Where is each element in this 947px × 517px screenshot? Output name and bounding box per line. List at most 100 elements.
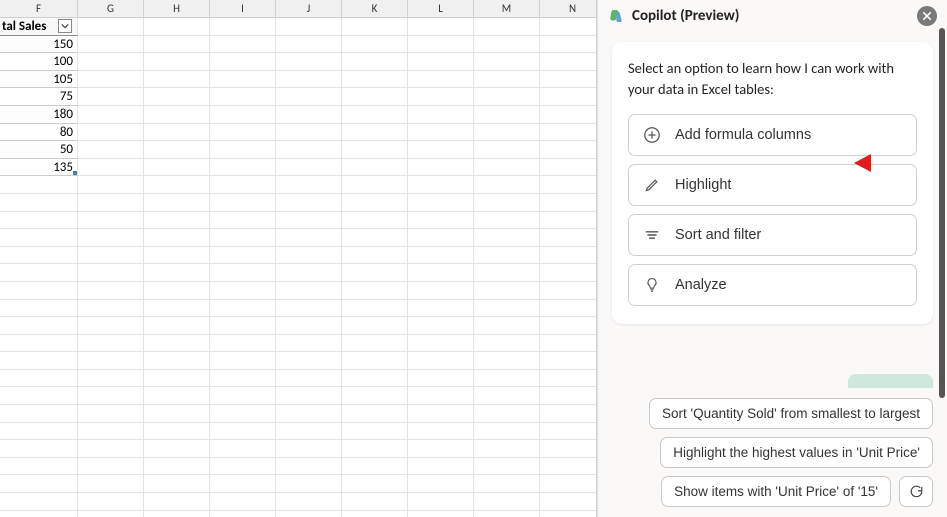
cell[interactable] xyxy=(276,282,342,300)
cell[interactable] xyxy=(474,282,540,300)
cell[interactable] xyxy=(276,352,342,370)
cell[interactable]: 50 xyxy=(0,141,78,159)
cell[interactable] xyxy=(342,71,408,89)
cell[interactable] xyxy=(0,212,78,230)
cell[interactable] xyxy=(474,36,540,54)
cell[interactable] xyxy=(144,88,210,106)
cell[interactable] xyxy=(276,475,342,493)
cell[interactable] xyxy=(474,493,540,511)
cell[interactable] xyxy=(210,511,276,517)
cell[interactable] xyxy=(144,106,210,124)
cell[interactable] xyxy=(540,335,597,353)
cell[interactable] xyxy=(0,493,78,511)
cell[interactable] xyxy=(144,176,210,194)
cell[interactable] xyxy=(144,53,210,71)
cell[interactable]: 105 xyxy=(0,71,78,89)
cell[interactable] xyxy=(144,370,210,388)
cell[interactable]: 180 xyxy=(0,106,78,124)
cell[interactable] xyxy=(210,264,276,282)
cell[interactable] xyxy=(276,106,342,124)
column-header[interactable]: K xyxy=(342,0,408,18)
cell[interactable] xyxy=(474,458,540,476)
cell[interactable] xyxy=(78,352,144,370)
cell[interactable] xyxy=(78,440,144,458)
column-header[interactable]: J xyxy=(276,0,342,18)
cell[interactable] xyxy=(342,423,408,441)
column-header[interactable]: N xyxy=(540,0,597,18)
column-header[interactable]: L xyxy=(408,0,474,18)
cell[interactable] xyxy=(342,106,408,124)
cell[interactable] xyxy=(408,141,474,159)
highlight-button[interactable]: Highlight xyxy=(628,164,917,206)
cell[interactable] xyxy=(342,194,408,212)
close-button[interactable] xyxy=(917,6,937,26)
cell[interactable]: 135 xyxy=(0,159,78,177)
cell[interactable] xyxy=(276,511,342,517)
cell[interactable] xyxy=(78,335,144,353)
cell[interactable] xyxy=(210,176,276,194)
cell[interactable] xyxy=(408,370,474,388)
cell[interactable] xyxy=(408,53,474,71)
cell[interactable] xyxy=(474,194,540,212)
cell[interactable] xyxy=(210,493,276,511)
cell[interactable] xyxy=(210,352,276,370)
cell[interactable] xyxy=(78,176,144,194)
cell[interactable] xyxy=(78,511,144,517)
cell[interactable] xyxy=(408,124,474,142)
cell[interactable] xyxy=(540,36,597,54)
cell[interactable] xyxy=(540,387,597,405)
cell[interactable] xyxy=(144,317,210,335)
cell[interactable] xyxy=(540,405,597,423)
cell[interactable] xyxy=(0,370,78,388)
cell[interactable] xyxy=(276,317,342,335)
cell[interactable] xyxy=(474,370,540,388)
cell[interactable]: 75 xyxy=(0,88,78,106)
add-formula-columns-button[interactable]: Add formula columns xyxy=(628,114,917,156)
cell[interactable] xyxy=(144,300,210,318)
cell[interactable] xyxy=(144,264,210,282)
cell[interactable] xyxy=(474,264,540,282)
cell[interactable] xyxy=(408,511,474,517)
cell[interactable] xyxy=(342,317,408,335)
cell[interactable] xyxy=(276,370,342,388)
cell[interactable] xyxy=(408,387,474,405)
cell[interactable] xyxy=(276,229,342,247)
cell[interactable] xyxy=(144,194,210,212)
cell[interactable] xyxy=(342,264,408,282)
cell[interactable] xyxy=(210,423,276,441)
cell[interactable] xyxy=(144,36,210,54)
cell[interactable] xyxy=(408,106,474,124)
cell[interactable] xyxy=(408,405,474,423)
cell[interactable] xyxy=(408,88,474,106)
cell[interactable] xyxy=(78,423,144,441)
cell[interactable] xyxy=(78,317,144,335)
cell[interactable] xyxy=(276,458,342,476)
cell[interactable] xyxy=(474,511,540,517)
cell[interactable] xyxy=(342,124,408,142)
cell[interactable] xyxy=(408,18,474,36)
cell[interactable] xyxy=(144,124,210,142)
grid-body[interactable]: tal Sales 150100105751808050135 xyxy=(0,18,596,517)
cell[interactable] xyxy=(474,247,540,265)
cell[interactable] xyxy=(540,159,597,177)
cell[interactable] xyxy=(210,317,276,335)
cell[interactable] xyxy=(78,282,144,300)
cell[interactable] xyxy=(408,300,474,318)
cell[interactable] xyxy=(144,493,210,511)
suggestion-chip[interactable]: Highlight the highest values in 'Unit Pr… xyxy=(660,437,933,468)
cell[interactable] xyxy=(474,387,540,405)
cell[interactable]: 100 xyxy=(0,53,78,71)
cell[interactable] xyxy=(210,53,276,71)
cell[interactable] xyxy=(474,18,540,36)
cell[interactable] xyxy=(0,423,78,441)
cell[interactable] xyxy=(210,282,276,300)
cell[interactable] xyxy=(408,458,474,476)
cell[interactable] xyxy=(408,36,474,54)
cell[interactable] xyxy=(78,36,144,54)
cell[interactable] xyxy=(408,229,474,247)
cell[interactable] xyxy=(276,71,342,89)
cell[interactable]: 150 xyxy=(0,36,78,54)
cell[interactable] xyxy=(276,300,342,318)
cell[interactable] xyxy=(408,194,474,212)
cell[interactable] xyxy=(0,440,78,458)
